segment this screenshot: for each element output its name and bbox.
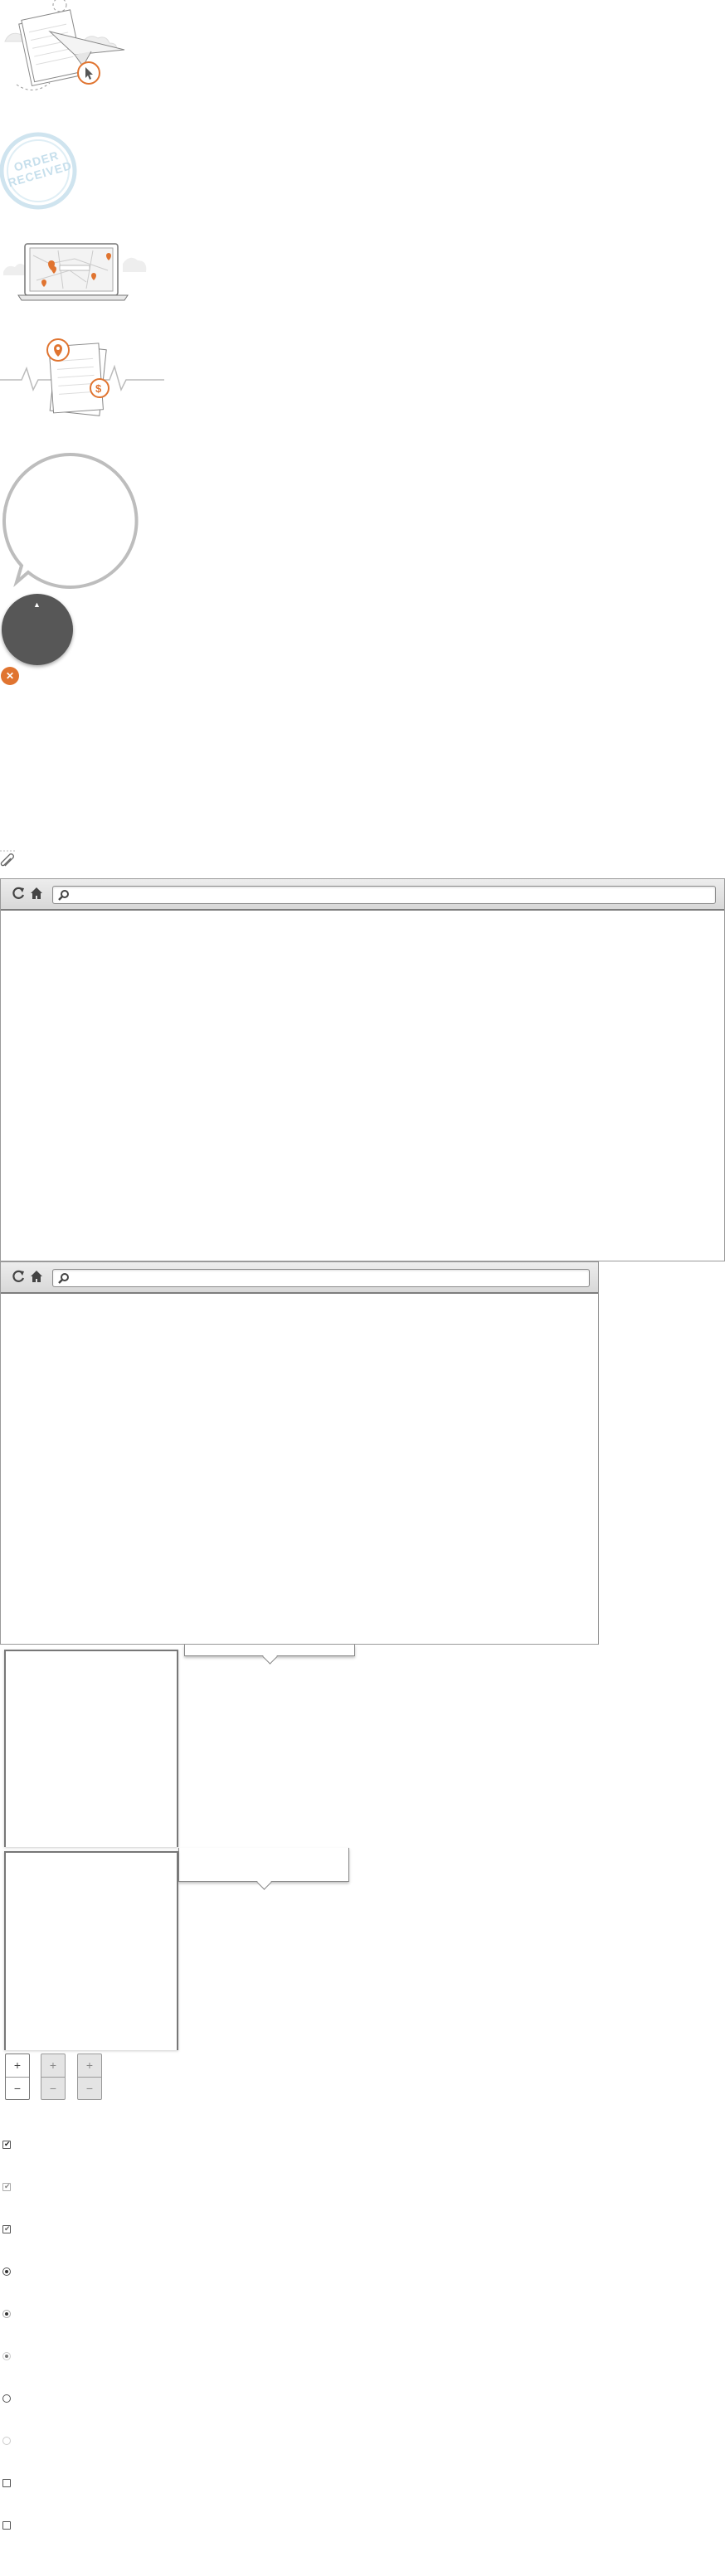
browser-window-large bbox=[0, 878, 725, 1261]
laptop-map-illustration bbox=[0, 239, 149, 305]
search-icon bbox=[58, 889, 70, 901]
decrement-button[interactable]: − bbox=[6, 2078, 29, 2100]
paperclip-icon bbox=[0, 848, 17, 869]
search-icon bbox=[58, 1272, 70, 1284]
quantity-stepper-disabled[interactable]: + − bbox=[77, 2054, 102, 2100]
increment-button[interactable]: + bbox=[41, 2054, 65, 2078]
paper-plane-illustration bbox=[0, 0, 133, 100]
browser-content bbox=[1, 911, 724, 1261]
quantity-stepper[interactable]: + − bbox=[5, 2054, 30, 2100]
checkbox-unchecked[interactable] bbox=[2, 2479, 11, 2487]
decrement-button[interactable]: − bbox=[41, 2078, 65, 2100]
quantity-stepper-disabled[interactable]: + − bbox=[41, 2054, 66, 2100]
radio-unselected[interactable] bbox=[2, 2394, 11, 2403]
dollar-symbol: $ bbox=[95, 382, 102, 395]
panel bbox=[4, 1851, 178, 2050]
radio-dot bbox=[5, 2312, 8, 2316]
radio-dot bbox=[5, 2270, 8, 2273]
increment-button[interactable]: + bbox=[6, 2054, 29, 2078]
checkbox-checked-light[interactable]: ✔ bbox=[2, 2182, 11, 2191]
checkmark-icon: ✔ bbox=[4, 2140, 11, 2148]
browser-toolbar bbox=[1, 879, 724, 911]
address-bar[interactable] bbox=[52, 1269, 590, 1287]
browser-window-medium bbox=[0, 1261, 599, 1645]
address-bar[interactable] bbox=[52, 886, 716, 904]
reload-icon[interactable] bbox=[11, 1269, 26, 1284]
arrow-up-icon: ▲ bbox=[33, 600, 41, 609]
decrement-button[interactable]: − bbox=[78, 2078, 101, 2100]
popover bbox=[184, 1645, 355, 1665]
speech-bubble bbox=[0, 451, 141, 592]
radio-selected-faint[interactable] bbox=[2, 2352, 11, 2360]
checkmark-icon: ✔ bbox=[4, 2224, 11, 2233]
radio-unselected-disabled[interactable] bbox=[2, 2437, 11, 2445]
increment-button[interactable]: + bbox=[78, 2054, 101, 2078]
checkbox-checked[interactable]: ✔ bbox=[2, 2140, 11, 2149]
checkmark-icon: ✔ bbox=[4, 2182, 11, 2190]
radio-selected[interactable] bbox=[2, 2267, 11, 2276]
order-received-stamp: ORDER RECEIVED bbox=[0, 131, 83, 214]
checkbox-unchecked[interactable] bbox=[2, 2521, 11, 2530]
close-button[interactable]: ✕ bbox=[1, 667, 19, 685]
radio-selected-light[interactable] bbox=[2, 2310, 11, 2318]
browser-toolbar bbox=[1, 1262, 598, 1294]
checkbox-checked-outline[interactable]: ✔ bbox=[2, 2224, 11, 2233]
browser-content bbox=[1, 1294, 598, 1644]
home-icon[interactable] bbox=[29, 886, 44, 901]
panel bbox=[4, 1650, 178, 1847]
popover bbox=[178, 1848, 349, 1890]
reload-icon[interactable] bbox=[11, 886, 26, 901]
radio-dot bbox=[5, 2355, 8, 2358]
home-icon[interactable] bbox=[29, 1269, 44, 1284]
close-icon: ✕ bbox=[5, 670, 15, 682]
documents-illustration: $ bbox=[0, 335, 166, 421]
dark-circle-tooltip: ▲ bbox=[2, 594, 73, 665]
